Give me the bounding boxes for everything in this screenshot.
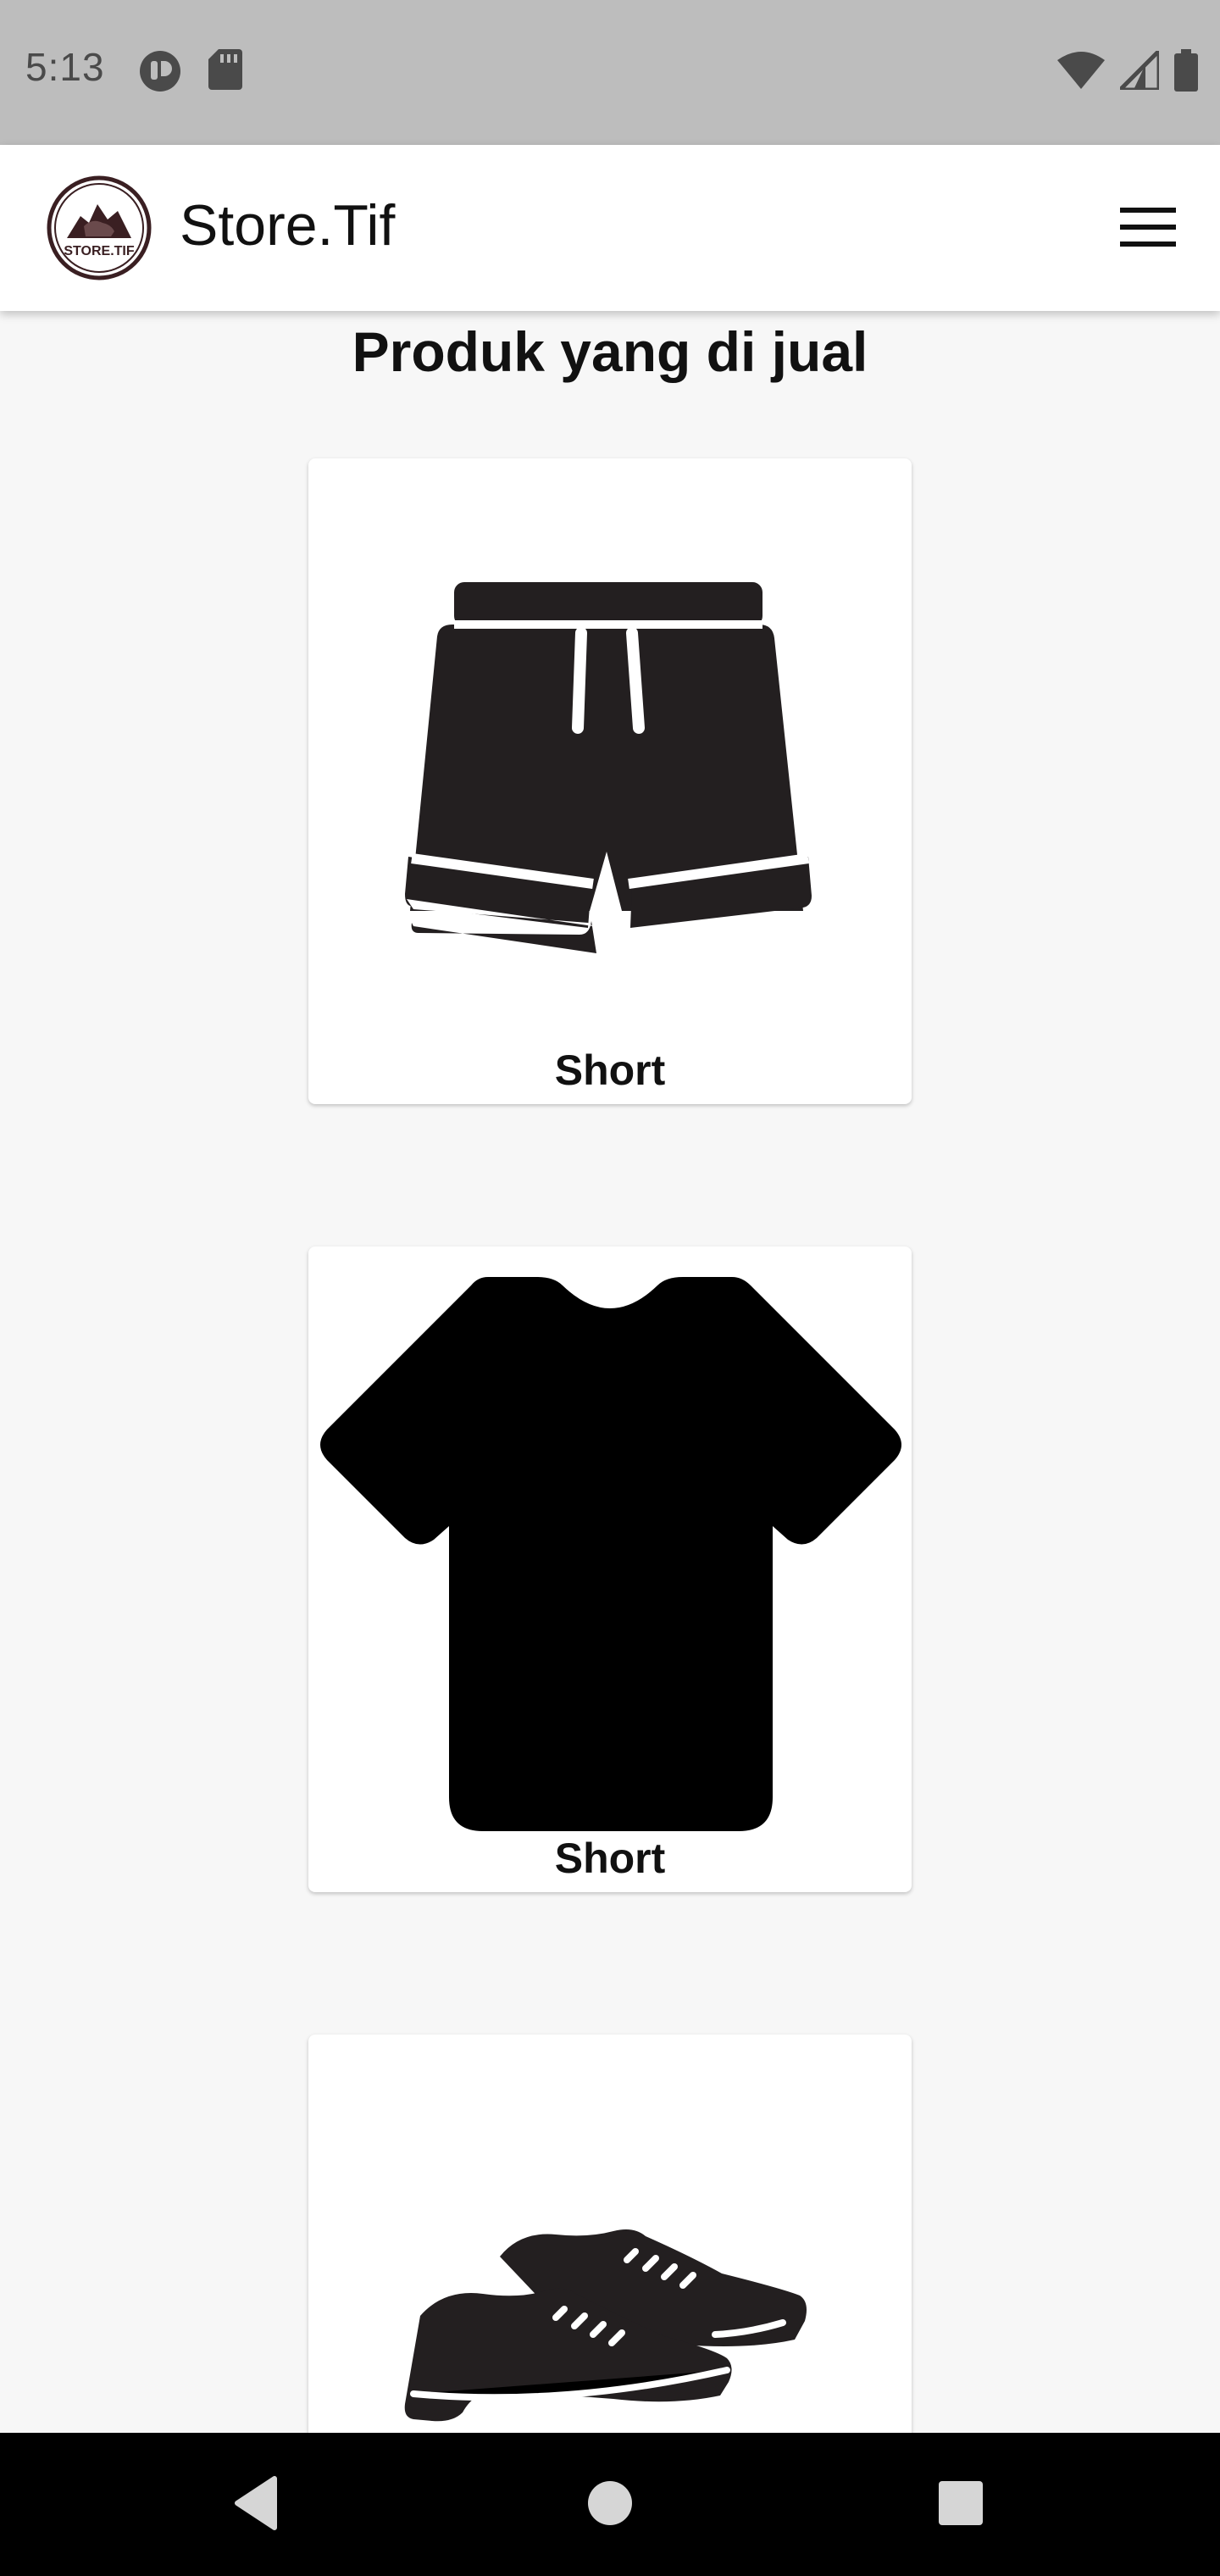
app-bar: STORE.TIF Store.Tif <box>0 145 1220 311</box>
product-label: Short <box>554 1046 666 1094</box>
shorts-icon <box>308 458 912 1043</box>
sd-card-icon <box>208 49 242 94</box>
navigation-bar <box>0 2433 1220 2576</box>
product-card[interactable] <box>308 2035 912 2433</box>
store-logo[interactable]: STORE.TIF <box>47 175 152 280</box>
logo-text: STORE.TIF <box>64 244 134 258</box>
product-card[interactable]: Short <box>308 1246 912 1892</box>
cell-signal-icon <box>1114 45 1162 94</box>
back-icon[interactable] <box>230 2473 281 2537</box>
page-title: Produk yang di jual <box>352 320 868 383</box>
shoes-icon <box>308 2035 912 2433</box>
wifi-icon <box>1057 52 1105 93</box>
product-list[interactable]: Produk yang di jual Short Short <box>0 311 1220 2433</box>
product-card[interactable]: Short <box>308 458 912 1104</box>
home-icon[interactable] <box>586 2473 634 2537</box>
app-title: Store.Tif <box>180 193 396 258</box>
product-label: Short <box>554 1835 666 1882</box>
status-time: 5:13 <box>25 45 105 89</box>
tshirt-icon <box>308 1246 912 1831</box>
battery-icon <box>1174 49 1198 96</box>
recents-icon[interactable] <box>937 2473 984 2537</box>
hamburger-menu-icon[interactable] <box>1118 201 1178 253</box>
notification-icon <box>138 49 182 97</box>
status-bar: 5:13 <box>0 0 1220 145</box>
